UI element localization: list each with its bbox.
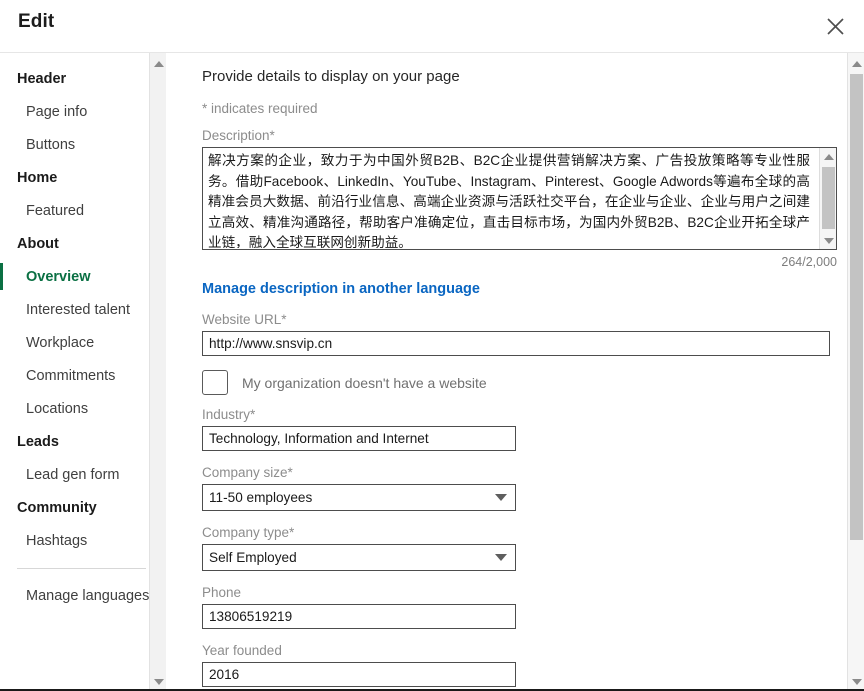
description-field[interactable] — [202, 147, 837, 250]
year-founded-group: Year founded — [202, 643, 864, 687]
sidebar-item-manage-languages[interactable]: Manage languages — [0, 579, 166, 612]
sidebar-scrollbar[interactable] — [149, 53, 166, 691]
sidebar-item-label: Interested talent — [26, 302, 130, 318]
no-website-checkbox-label: My organization doesn't have a website — [242, 375, 487, 391]
sidebar-divider — [17, 568, 146, 569]
sidebar-item-label: About — [17, 236, 59, 252]
scrollbar-thumb[interactable] — [822, 167, 835, 229]
edit-page-dialog: Edit Header Page info Buttons Home Featu… — [0, 0, 864, 691]
sidebar-item-label: Commitments — [26, 368, 115, 384]
company-type-group: Company type* Self Employed — [202, 525, 864, 571]
year-founded-label: Year founded — [202, 643, 864, 658]
company-size-value: 11-50 employees — [209, 490, 312, 505]
close-icon — [826, 17, 845, 36]
sidebar-item-label: Leads — [17, 434, 59, 450]
website-url-input[interactable] — [202, 331, 830, 356]
scrollbar-thumb[interactable] — [850, 74, 863, 540]
sidebar-item-label: Manage languages — [26, 588, 149, 604]
sidebar-item-community[interactable]: Community — [0, 491, 166, 524]
scroll-up-arrow-icon[interactable] — [150, 55, 166, 72]
dialog-title: Edit — [18, 11, 54, 33]
form-heading: Provide details to display on your page — [202, 68, 864, 85]
sidebar-item-label: Lead gen form — [26, 467, 120, 483]
scroll-down-arrow-icon[interactable] — [848, 673, 864, 690]
scroll-up-arrow-icon[interactable] — [820, 149, 837, 164]
dialog-body: Header Page info Buttons Home Featured A… — [0, 52, 864, 691]
sidebar-item-buttons[interactable]: Buttons — [0, 128, 166, 161]
sidebar-item-label: Hashtags — [26, 533, 87, 549]
phone-group: Phone — [202, 585, 864, 629]
sidebar-item-featured[interactable]: Featured — [0, 194, 166, 227]
description-char-count: 264/2,000 — [202, 255, 837, 269]
sidebar-item-page-info[interactable]: Page info — [0, 95, 166, 128]
description-textarea[interactable] — [208, 151, 810, 248]
industry-group: Industry* — [202, 407, 864, 451]
close-button[interactable] — [815, 6, 855, 46]
sidebar-item-label: Header — [17, 71, 66, 87]
sidebar-item-lead-gen-form[interactable]: Lead gen form — [0, 458, 166, 491]
sidebar-item-commitments[interactable]: Commitments — [0, 359, 166, 392]
year-founded-input[interactable] — [202, 662, 516, 687]
company-type-select[interactable]: Self Employed — [202, 544, 516, 571]
sidebar-item-label: Home — [17, 170, 57, 186]
scroll-down-arrow-icon[interactable] — [150, 673, 166, 690]
sidebar-item-label: Page info — [26, 104, 87, 120]
no-website-checkbox[interactable] — [202, 370, 228, 395]
scroll-down-arrow-icon[interactable] — [820, 233, 837, 248]
sidebar-nav: Header Page info Buttons Home Featured A… — [0, 53, 166, 691]
sidebar-item-interested-talent[interactable]: Interested talent — [0, 293, 166, 326]
sidebar-item-overview[interactable]: Overview — [0, 260, 166, 293]
required-note: * indicates required — [202, 101, 864, 116]
company-size-select[interactable]: 11-50 employees — [202, 484, 516, 511]
form-panel: Provide details to display on your page … — [166, 53, 864, 691]
sidebar-item-label: Buttons — [26, 137, 75, 153]
scroll-up-arrow-icon[interactable] — [848, 55, 864, 72]
sidebar-item-about[interactable]: About — [0, 227, 166, 260]
sidebar-item-home[interactable]: Home — [0, 161, 166, 194]
sidebar-item-label: Community — [17, 500, 97, 516]
website-label: Website URL* — [202, 312, 864, 327]
industry-input[interactable] — [202, 426, 516, 451]
no-website-checkbox-row[interactable]: My organization doesn't have a website — [202, 370, 864, 395]
sidebar-item-locations[interactable]: Locations — [0, 392, 166, 425]
sidebar-item-header[interactable]: Header — [0, 62, 166, 95]
phone-input[interactable] — [202, 604, 516, 629]
company-size-group: Company size* 11-50 employees — [202, 465, 864, 511]
sidebar-item-label: Workplace — [26, 335, 94, 351]
website-group: Website URL* — [202, 312, 864, 356]
description-scrollbar[interactable] — [819, 148, 836, 249]
sidebar-item-leads[interactable]: Leads — [0, 425, 166, 458]
company-size-label: Company size* — [202, 465, 864, 480]
sidebar-item-hashtags[interactable]: Hashtags — [0, 524, 166, 557]
form-scrollbar[interactable] — [847, 53, 864, 691]
industry-label: Industry* — [202, 407, 864, 422]
company-type-label: Company type* — [202, 525, 864, 540]
sidebar-item-label: Featured — [26, 203, 84, 219]
description-label: Description* — [202, 128, 864, 143]
company-type-value: Self Employed — [209, 550, 297, 565]
phone-label: Phone — [202, 585, 864, 600]
sidebar-item-label: Overview — [26, 269, 91, 285]
sidebar-item-workplace[interactable]: Workplace — [0, 326, 166, 359]
dialog-titlebar: Edit — [0, 0, 864, 52]
sidebar-item-label: Locations — [26, 401, 88, 417]
manage-description-language-link[interactable]: Manage description in another language — [202, 281, 480, 297]
sidebar-item-list: Header Page info Buttons Home Featured A… — [0, 53, 166, 612]
